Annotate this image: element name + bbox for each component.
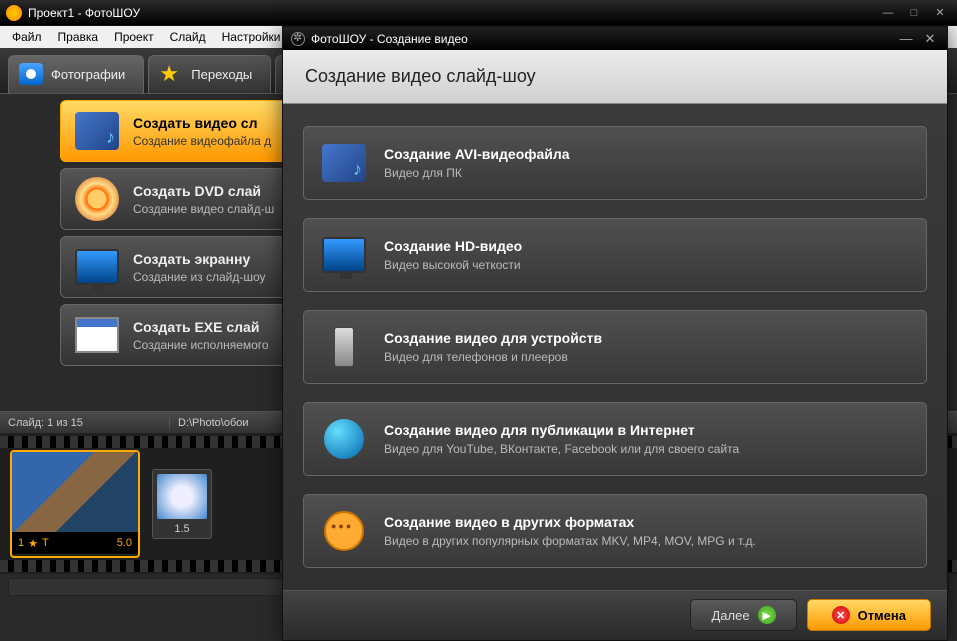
tab-label: Переходы (191, 67, 252, 82)
path-display: D:\Photo\обои (170, 417, 257, 429)
option-title: Создание AVI-видеофайла (384, 146, 570, 162)
video-icon (75, 112, 119, 150)
dialog-title: ФотоШОУ - Создание видео (311, 32, 468, 46)
dialog-minimize-button[interactable]: — (897, 31, 915, 47)
close-button[interactable]: ✕ (929, 5, 951, 21)
dialog-header: Создание видео слайд-шоу (283, 50, 947, 104)
dialog-app-icon (291, 32, 305, 46)
phone-icon (334, 327, 354, 367)
option-desc: Видео высокой четкости (384, 258, 522, 272)
card-title: Создать видео сл (133, 115, 271, 131)
next-button[interactable]: Далее ▶ (690, 599, 796, 631)
card-title: Создать экранну (133, 251, 266, 267)
card-desc: Создание видео слайд-ш (133, 202, 274, 216)
tab-label: Фотографии (51, 67, 125, 82)
text-icon: T (42, 537, 49, 550)
slide-counter: Слайд: 1 из 15 (0, 417, 170, 429)
next-label: Далее (711, 608, 749, 623)
cancel-button[interactable]: ✕ Отмена (807, 599, 931, 631)
card-desc: Создание видеофайла д (133, 134, 271, 148)
option-title: Создание видео для устройств (384, 330, 602, 346)
tab-transitions[interactable]: Переходы (148, 55, 271, 93)
slide-thumbnail[interactable]: 1 ★ T 5.0 (10, 450, 140, 558)
option-desc: Видео в других популярных форматах MKV, … (384, 534, 756, 548)
option-desc: Видео для YouTube, ВКонтакте, Facebook и… (384, 442, 739, 456)
card-desc: Создание исполняемого (133, 338, 269, 352)
option-desc: Видео для ПК (384, 166, 570, 180)
slide-number: 1 (18, 537, 24, 550)
option-internet[interactable]: Создание видео для публикации в Интернет… (303, 402, 927, 476)
globe-icon (324, 419, 364, 459)
tab-photos[interactable]: Фотографии (8, 55, 144, 93)
option-desc: Видео для телефонов и плееров (384, 350, 602, 364)
minimize-button[interactable]: — (877, 5, 899, 21)
film-music-icon (322, 144, 366, 182)
dialog-heading: Создание видео слайд-шоу (305, 66, 536, 87)
card-title: Создать DVD слай (133, 183, 274, 199)
option-devices[interactable]: Создание видео для устройств Видео для т… (303, 310, 927, 384)
card-title: Создать EXE слай (133, 319, 269, 335)
transition-duration: 1.5 (174, 523, 189, 535)
cancel-label: Отмена (858, 608, 906, 623)
star-icon: ★ (28, 537, 38, 550)
option-other-formats[interactable]: Создание видео в других форматах Видео в… (303, 494, 927, 568)
option-title: Создание видео для публикации в Интернет (384, 422, 739, 438)
close-circle-icon: ✕ (832, 606, 850, 624)
dialog-body: Создание AVI-видеофайла Видео для ПК Соз… (283, 104, 947, 590)
app-icon (6, 5, 22, 21)
arrow-right-icon: ▶ (758, 606, 776, 624)
option-title: Создание HD-видео (384, 238, 522, 254)
dialog-titlebar: ФотоШОУ - Создание видео — ✕ (283, 27, 947, 50)
window-title: Проект1 - ФотоШОУ (28, 6, 140, 20)
menu-settings[interactable]: Настройки (214, 28, 289, 46)
transition-thumbnail[interactable]: 1.5 (152, 469, 212, 539)
main-titlebar: Проект1 - ФотоШОУ — □ ✕ (0, 0, 957, 26)
dialog-footer: Далее ▶ ✕ Отмена (283, 590, 947, 640)
window-icon (75, 317, 119, 353)
menu-file[interactable]: Файл (4, 28, 50, 46)
card-desc: Создание из слайд-шоу (133, 270, 266, 284)
monitor-icon (322, 237, 366, 273)
dvd-icon (75, 177, 119, 221)
menu-edit[interactable]: Правка (50, 28, 107, 46)
option-hd[interactable]: Создание HD-видео Видео высокой четкости (303, 218, 927, 292)
film-reel-icon (324, 511, 364, 551)
camera-icon (19, 63, 43, 85)
maximize-button[interactable]: □ (903, 5, 925, 21)
transition-preview (157, 474, 207, 519)
menu-project[interactable]: Проект (106, 28, 162, 46)
option-avi[interactable]: Создание AVI-видеофайла Видео для ПК (303, 126, 927, 200)
monitor-icon (75, 249, 119, 285)
star-icon (159, 63, 183, 85)
slide-duration: 5.0 (117, 537, 132, 549)
slide-preview-image (12, 452, 138, 532)
option-title: Создание видео в других форматах (384, 514, 756, 530)
create-video-dialog: ФотоШОУ - Создание видео — ✕ Создание ви… (282, 26, 948, 641)
dialog-close-button[interactable]: ✕ (921, 31, 939, 47)
menu-slide[interactable]: Слайд (162, 28, 214, 46)
